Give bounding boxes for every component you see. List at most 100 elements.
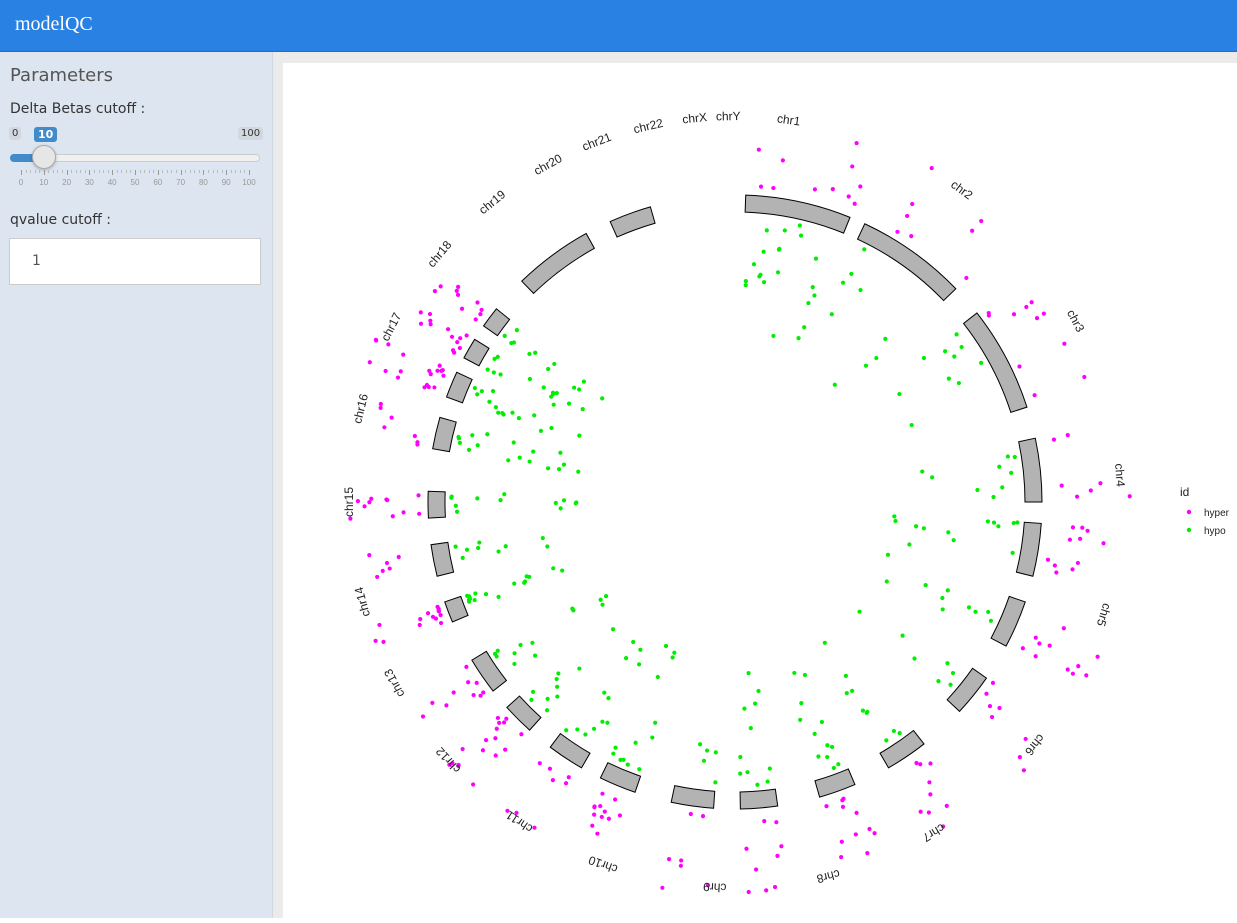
- slider-value-label: 10: [34, 127, 58, 142]
- hyper-point: [418, 617, 423, 622]
- hyper-point: [1070, 671, 1076, 676]
- slider-grid-label: 20: [62, 178, 72, 187]
- hypo-point: [950, 670, 956, 676]
- hyper-point: [377, 622, 382, 628]
- hypo-point: [561, 498, 567, 503]
- hypo-point: [997, 464, 1002, 469]
- slider-grid-tick: [235, 170, 237, 173]
- qvalue-input[interactable]: 1: [9, 238, 261, 285]
- hypo-point: [572, 385, 577, 390]
- hyper-point: [566, 775, 571, 780]
- main-panel: chr1 chr2 chr3 chr4 chr5 chr6 chr7 chr8 chr9 chr1…: [273, 52, 1237, 918]
- hypo-point: [554, 684, 560, 689]
- hyper-point: [775, 853, 780, 858]
- hyper-point: [454, 288, 459, 294]
- hypo-point: [491, 370, 496, 375]
- slider-grid-tick: [162, 170, 164, 173]
- hypo-point: [864, 710, 869, 715]
- hyper-point: [1024, 304, 1029, 310]
- hyper-point: [854, 140, 859, 146]
- slider-grid-tick: [249, 170, 250, 175]
- slider-grid-tick: [217, 170, 219, 173]
- hypo-point: [577, 387, 582, 392]
- hypo-point: [897, 391, 902, 397]
- hyper-point: [451, 690, 456, 695]
- hyper-point: [362, 504, 367, 509]
- hyper-point: [455, 292, 461, 297]
- slider-grid-label: 60: [153, 178, 163, 187]
- hypo-point: [477, 540, 482, 545]
- hyper-point: [613, 797, 618, 802]
- hyper-point: [928, 792, 933, 797]
- hypo-point: [510, 410, 515, 415]
- hyper-point: [395, 375, 401, 380]
- hypo-point: [498, 497, 503, 503]
- hyper-point: [592, 812, 597, 817]
- hyper-point: [435, 368, 440, 373]
- hyper-point: [449, 334, 455, 339]
- hypo-point: [755, 782, 760, 787]
- hyper-point: [1034, 316, 1040, 321]
- hypo-point: [822, 640, 827, 645]
- hypo-point: [527, 459, 532, 464]
- slider-handle[interactable]: [32, 145, 56, 169]
- hypo-point: [502, 492, 507, 497]
- chrom-label-chr15: chr15: [342, 487, 356, 517]
- hyper-point: [867, 826, 872, 832]
- hyper-point: [430, 614, 436, 619]
- hyper-point: [1070, 525, 1076, 530]
- hyper-point: [1095, 654, 1100, 659]
- hyper-point: [1080, 525, 1085, 530]
- hyper-point: [779, 844, 784, 849]
- hyper-point: [427, 311, 433, 317]
- hyper-point: [537, 761, 542, 766]
- hyper-point: [445, 327, 451, 332]
- hyper-point: [436, 606, 441, 612]
- hyper-point: [926, 810, 931, 815]
- hypo-point: [813, 256, 819, 261]
- hypo-point: [756, 688, 761, 694]
- hyper-point: [1067, 537, 1073, 542]
- hyper-point: [475, 300, 480, 305]
- hyper-point: [420, 714, 426, 719]
- hyper-point: [464, 333, 469, 338]
- chrom-label-chr5: chr5: [1094, 602, 1114, 629]
- hypo-point: [797, 223, 802, 228]
- hyper-point: [456, 284, 461, 289]
- hyper-point: [853, 832, 858, 837]
- hypo-point: [583, 732, 588, 737]
- hypo-point: [909, 422, 914, 428]
- hypo-point: [613, 745, 618, 750]
- slider-grid-tick: [75, 170, 77, 173]
- hyper-point: [753, 867, 759, 872]
- hyper-point: [927, 780, 932, 785]
- hypo-point: [912, 656, 917, 661]
- hyper-point: [367, 553, 372, 558]
- hyper-point: [441, 373, 446, 378]
- slider-grid-tick: [212, 170, 214, 173]
- hyper-point: [989, 714, 995, 720]
- hypo-point: [544, 708, 550, 713]
- hypo-point: [498, 372, 503, 377]
- hyper-point: [772, 884, 778, 890]
- slider-grid-tick: [43, 170, 45, 175]
- hypo-point: [633, 740, 638, 745]
- hypo-point: [556, 467, 562, 472]
- hyper-point: [617, 813, 623, 818]
- chrom-label-chr9: chr9: [702, 880, 726, 895]
- hypo-point: [936, 678, 941, 684]
- hyper-point: [493, 736, 498, 741]
- hypo-point: [1000, 485, 1005, 490]
- hypo-point: [637, 767, 642, 772]
- hyper-point: [1052, 563, 1057, 568]
- hypo-point: [836, 762, 841, 767]
- parameters-heading: Parameters: [10, 65, 114, 86]
- hyper-point: [495, 715, 500, 721]
- hyper-point: [1033, 654, 1038, 659]
- hyper-point: [1041, 311, 1046, 316]
- hyper-point: [1077, 536, 1083, 541]
- app-title[interactable]: modelQC: [15, 13, 93, 36]
- hypo-point: [600, 602, 605, 607]
- hyper-point: [839, 839, 844, 844]
- hyper-point: [678, 863, 683, 868]
